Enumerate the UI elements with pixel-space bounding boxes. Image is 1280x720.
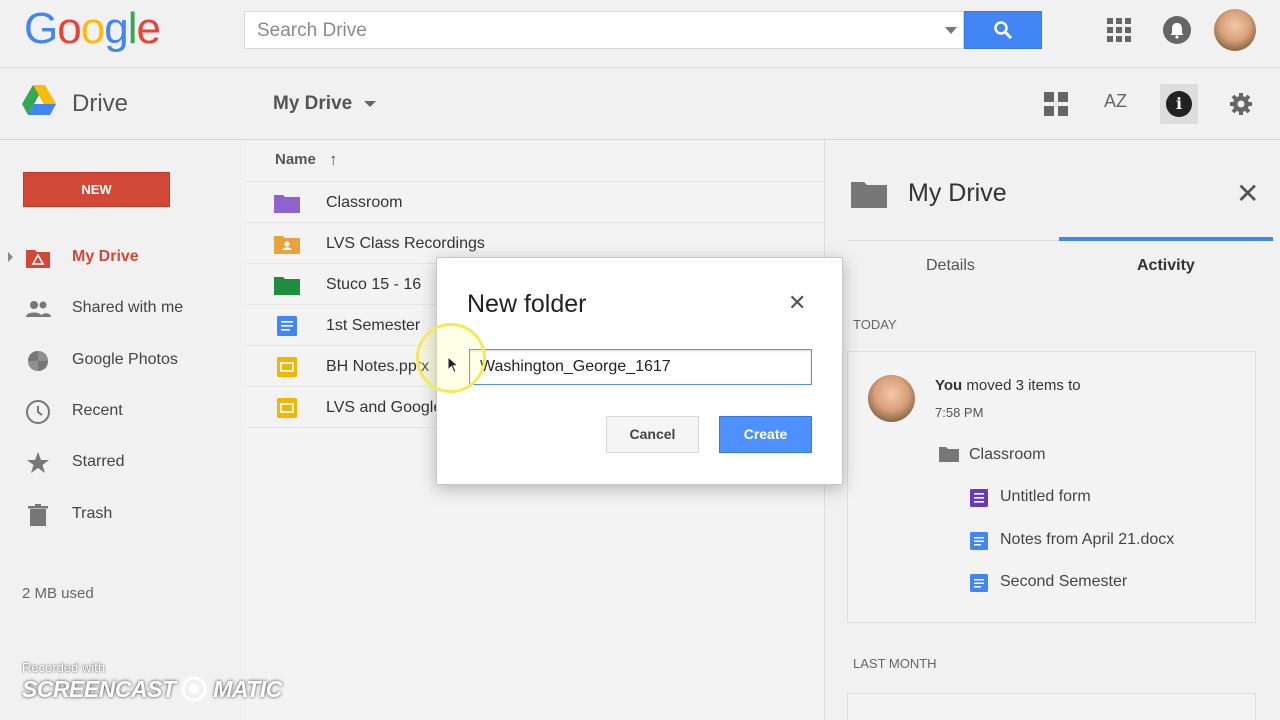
activity-item[interactable]: Second Semester: [1000, 573, 1127, 591]
file-name: 1st Semester: [326, 317, 421, 334]
search-input[interactable]: Search Drive: [244, 11, 964, 49]
sidebar-item-label: Google Photos: [72, 351, 178, 368]
expand-arrow-icon[interactable]: [8, 252, 13, 262]
trash-icon: [28, 504, 48, 526]
search-options-caret-icon[interactable]: [945, 27, 957, 34]
sort-az-icon[interactable]: AZ: [1104, 91, 1127, 112]
watermark-text: MATIC: [213, 676, 282, 702]
activity-summary: You moved 3 items to: [935, 377, 1081, 394]
sidebar-item-label: Recent: [72, 402, 123, 419]
sort-ascending-icon[interactable]: ↑: [329, 150, 338, 170]
doc-icon: [970, 532, 988, 550]
apps-grid-icon[interactable]: [1107, 18, 1131, 42]
search-placeholder: Search Drive: [257, 20, 367, 41]
logo-letter: o: [57, 4, 82, 53]
section-heading-today: TODAY: [853, 317, 897, 332]
sidebar-item-label: Trash: [72, 505, 113, 522]
activity-action: moved 3 items to: [962, 377, 1081, 394]
activity-time: 7:58 PM: [935, 405, 984, 420]
settings-gear-icon[interactable]: [1227, 90, 1255, 118]
activity-item[interactable]: Notes from April 21.docx: [1000, 531, 1174, 549]
record-icon: [181, 676, 207, 702]
doc-icon: [277, 316, 297, 336]
shared-icon: [26, 301, 51, 317]
logo-letter: G: [24, 4, 58, 53]
logo-letter: l: [127, 4, 138, 53]
folder-icon: [274, 277, 300, 295]
location-dropdown-icon[interactable]: [364, 101, 376, 107]
sidebar-item-google-photos[interactable]: Google Photos: [0, 341, 246, 381]
activity-destination[interactable]: Classroom: [969, 446, 1045, 464]
photos-icon: [28, 351, 48, 371]
section-heading-last-month: LAST MONTH: [853, 656, 937, 671]
activity-card: [847, 693, 1256, 720]
close-icon[interactable]: ✕: [788, 292, 806, 314]
create-button[interactable]: Create: [719, 416, 812, 453]
avatar: [868, 375, 915, 422]
file-name: Classroom: [326, 194, 403, 211]
name-column-header[interactable]: Name: [275, 151, 316, 168]
file-name: LVS and Google: [326, 399, 443, 416]
new-folder-dialog: New folder ✕ Cancel Create: [436, 257, 843, 485]
sidebar-item-shared[interactable]: Shared with me: [0, 289, 246, 329]
notifications-bell-icon[interactable]: [1163, 16, 1191, 44]
folder-icon: [939, 447, 959, 462]
location-title[interactable]: My Drive: [273, 93, 352, 115]
new-button[interactable]: NEW: [23, 172, 170, 207]
logo-letter: g: [104, 4, 129, 53]
active-tab-indicator: [1059, 237, 1273, 241]
sidebar-item-trash[interactable]: Trash: [0, 495, 246, 535]
my-drive-icon: [26, 250, 50, 268]
drive-logo-icon: [22, 85, 56, 115]
activity-item[interactable]: Untitled form: [1000, 488, 1091, 506]
file-name: BH Notes.pptx: [326, 358, 430, 375]
search-icon: [994, 21, 1013, 40]
grid-view-icon[interactable]: [1044, 92, 1068, 116]
drive-app-name[interactable]: Drive: [72, 90, 128, 118]
dialog-title: New folder: [467, 290, 587, 318]
info-icon: i: [1166, 91, 1192, 117]
close-details-icon[interactable]: ✕: [1236, 180, 1259, 208]
file-name: Stuco 15 - 16: [326, 276, 422, 293]
clock-icon: [26, 400, 50, 424]
sidebar-item-my-drive[interactable]: My Drive: [0, 238, 246, 278]
storage-usage[interactable]: 2 MB used: [22, 585, 94, 602]
file-name: LVS Class Recordings: [326, 235, 485, 252]
star-icon: [27, 452, 49, 473]
mouse-pointer-icon: [447, 356, 459, 374]
watermark-logo: SCREENCAST MATIC: [22, 676, 282, 703]
tab-details[interactable]: Details: [926, 257, 975, 275]
sidebar-item-label: My Drive: [72, 248, 139, 265]
form-icon: [970, 489, 988, 507]
folder-icon: [851, 182, 887, 208]
google-logo[interactable]: Google: [24, 4, 161, 54]
slides-icon: [277, 357, 297, 377]
sidebar-item-starred[interactable]: Starred: [0, 443, 246, 483]
shared-folder-icon: [274, 236, 300, 254]
folder-name-input[interactable]: [469, 349, 812, 385]
sidebar-item-label: Starred: [72, 453, 125, 470]
drive-toolbar: Drive My Drive AZ: [0, 69, 1280, 140]
cancel-button[interactable]: Cancel: [606, 416, 699, 453]
folder-icon: [274, 195, 300, 213]
file-row[interactable]: Classroom: [246, 182, 824, 223]
slides-icon: [277, 398, 297, 418]
tab-activity[interactable]: Activity: [1137, 257, 1195, 275]
logo-letter: o: [80, 4, 106, 53]
doc-icon: [970, 574, 988, 592]
watermark-text: SCREENCAST: [22, 676, 176, 702]
activity-actor: You: [935, 377, 963, 394]
sidebar-item-label: Shared with me: [72, 299, 184, 316]
search-button[interactable]: [964, 11, 1042, 49]
logo-letter: e: [136, 4, 161, 53]
details-panel-title: My Drive: [908, 179, 1007, 207]
watermark-caption: Recorded with: [22, 660, 106, 675]
sidebar-item-recent[interactable]: Recent: [0, 392, 246, 432]
top-bar: Google Search Drive: [0, 0, 1280, 68]
account-avatar[interactable]: [1214, 9, 1256, 51]
